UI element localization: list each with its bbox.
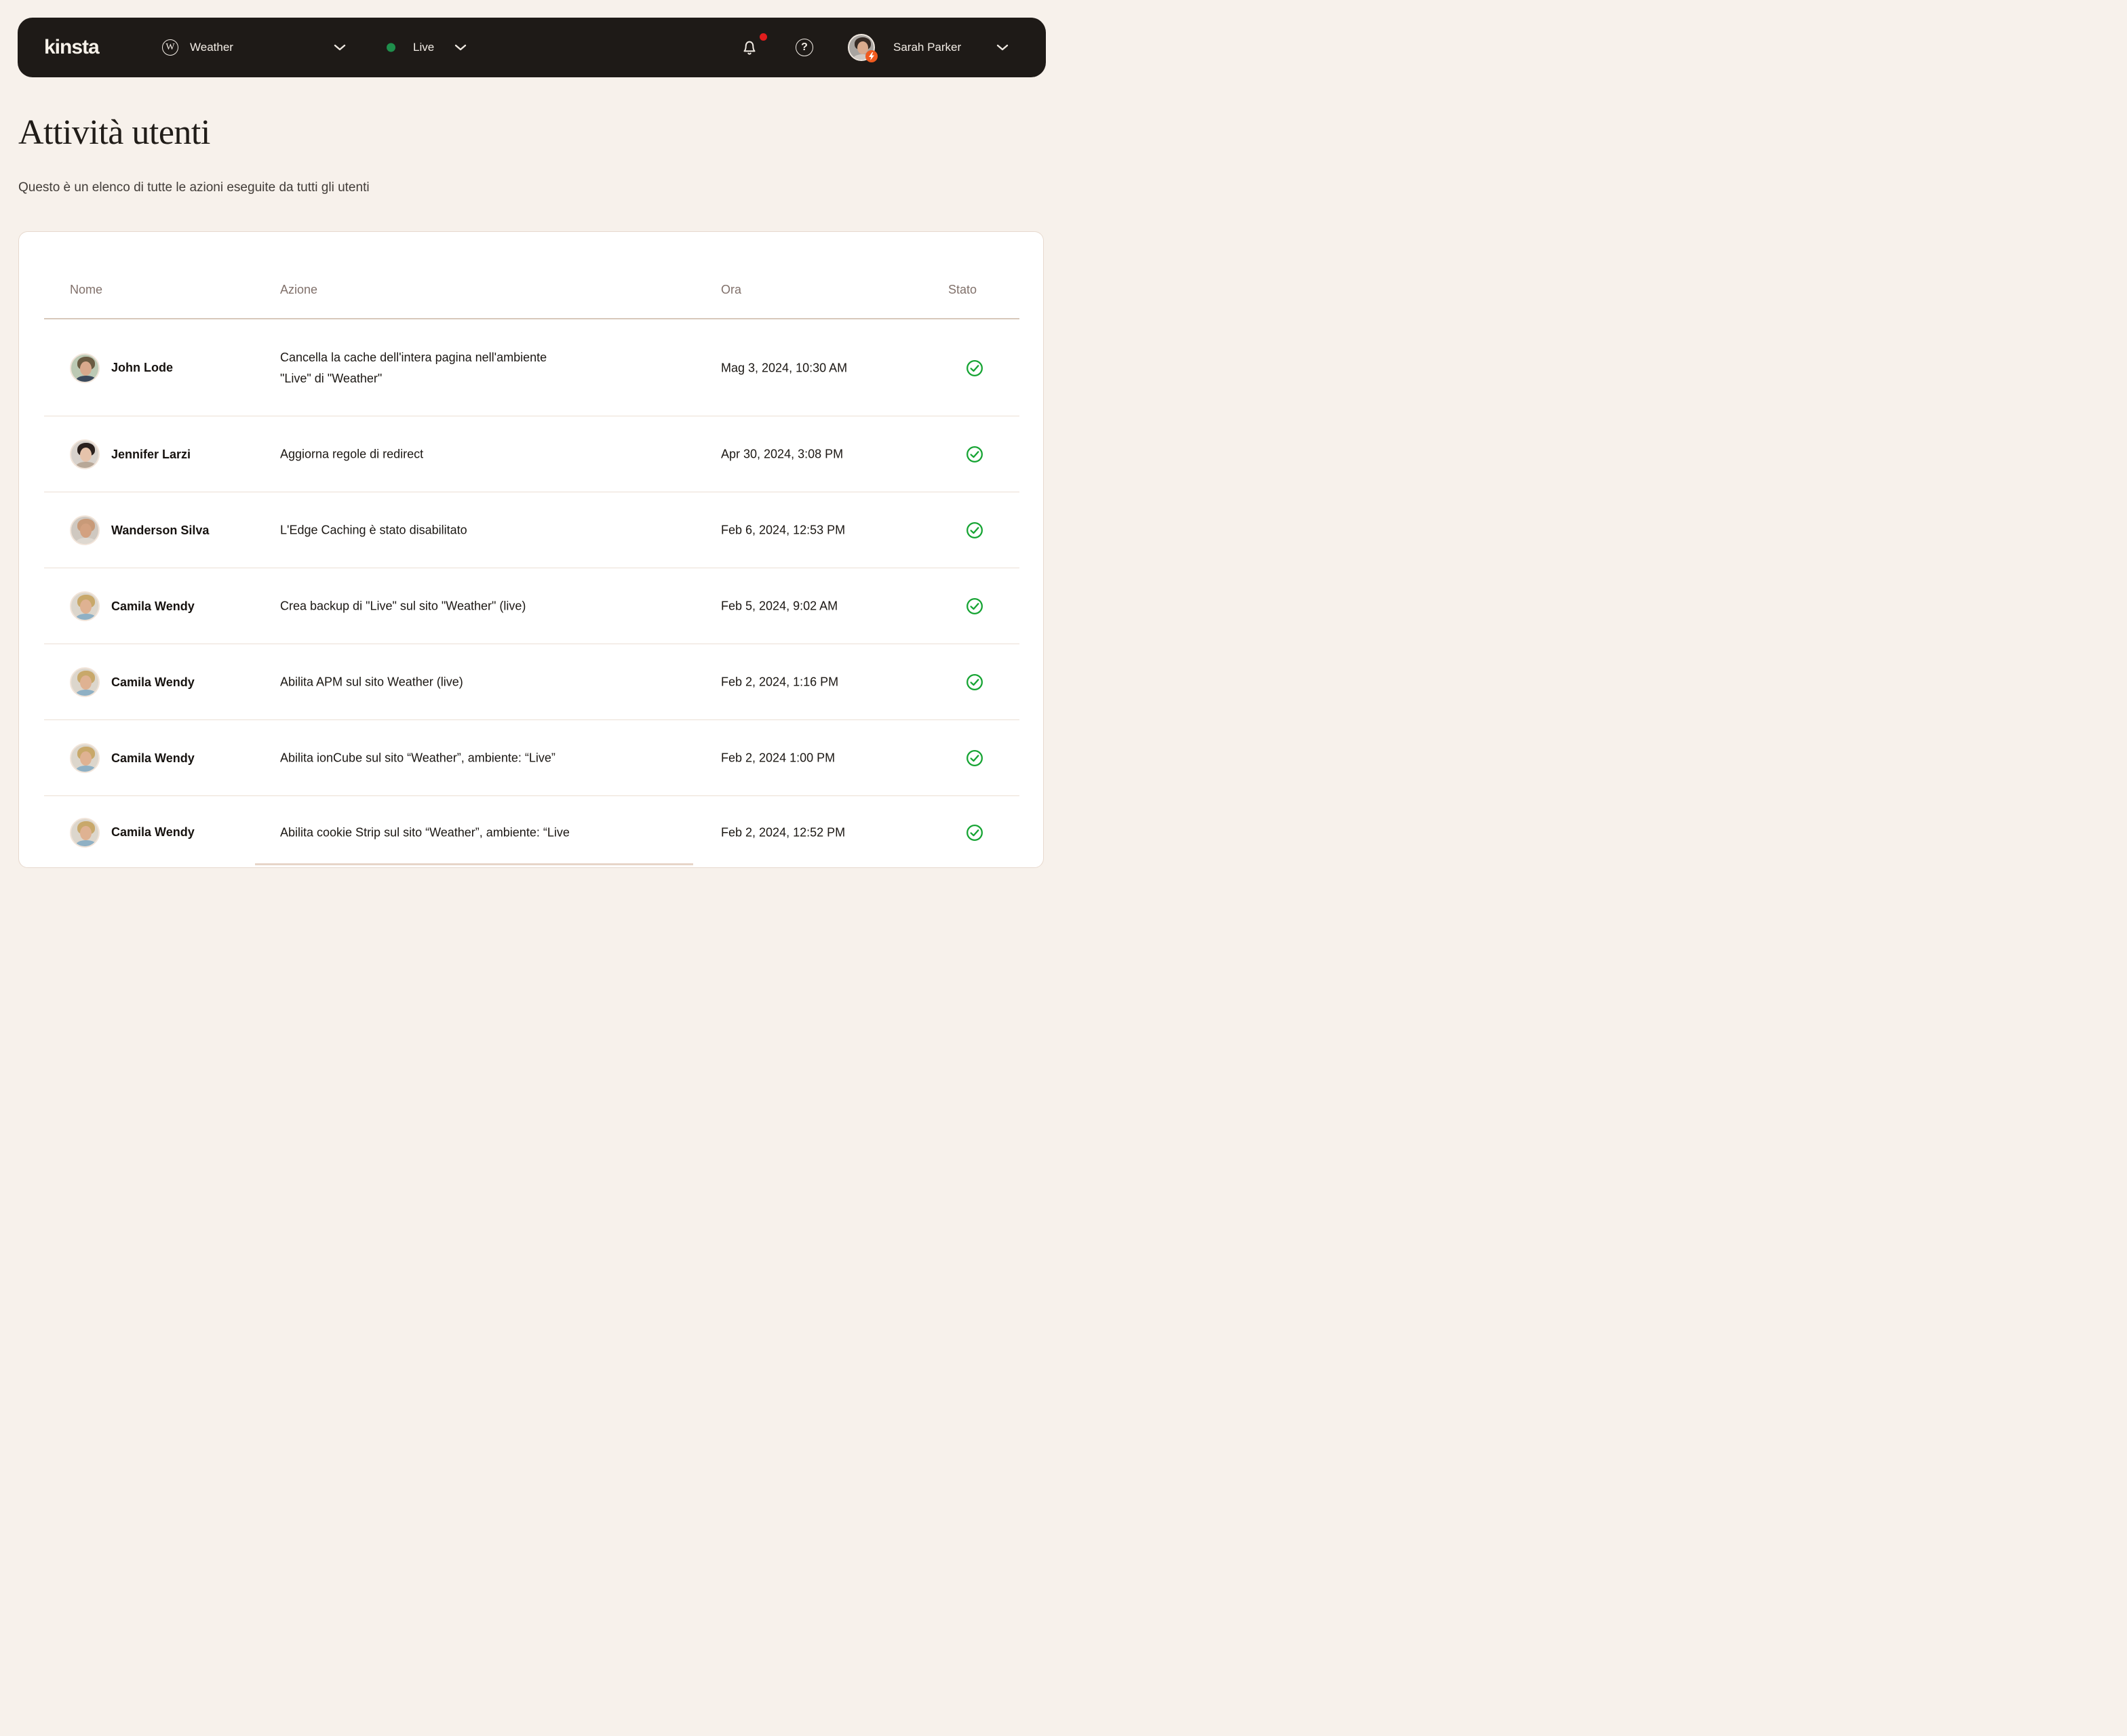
- avatar-torso: [76, 614, 96, 621]
- timestamp: Apr 30, 2024, 3:08 PM: [721, 448, 843, 462]
- user-name: Camila Wendy: [111, 599, 195, 614]
- table-row: Camila Wendy Abilita APM sul sito Weathe…: [19, 644, 1043, 720]
- avatar-torso: [76, 462, 96, 469]
- avatar-face: [80, 524, 92, 538]
- avatar: [70, 353, 100, 383]
- avatar-face: [80, 826, 92, 840]
- avatar-torso: [76, 538, 96, 545]
- timestamp: Mag 3, 2024, 10:30 AM: [721, 361, 847, 375]
- table-row: John Lode Cancella la cache dell'intera …: [19, 319, 1043, 416]
- avatar: [70, 743, 100, 773]
- notification-badge: [760, 33, 767, 41]
- avatar-face: [80, 448, 92, 462]
- table-body: John Lode Cancella la cache dell'intera …: [19, 319, 1043, 868]
- help-icon[interactable]: ?: [796, 39, 813, 56]
- timestamp: Feb 2, 2024, 1:16 PM: [721, 675, 838, 690]
- name-cell: Camila Wendy: [70, 743, 195, 773]
- avatar-torso: [76, 840, 96, 848]
- table-row: Camila Wendy Abilita ionCube sul sito “W…: [19, 720, 1043, 796]
- check-circle-icon: [966, 446, 983, 463]
- page-subtitle: Questo è un elenco di tutte le azioni es…: [18, 180, 370, 195]
- user-name: Camila Wendy: [111, 675, 195, 690]
- status-success: [966, 446, 983, 463]
- wordpress-icon: W: [162, 39, 178, 56]
- timestamp: Feb 5, 2024, 9:02 AM: [721, 599, 838, 614]
- site-selector-label[interactable]: Weather: [190, 41, 233, 54]
- avatar: [70, 818, 100, 848]
- user-name: Wanderson Silva: [111, 524, 209, 538]
- column-header-ora: Ora: [721, 283, 741, 297]
- column-header-nome: Nome: [70, 283, 102, 297]
- chevron-down-icon[interactable]: [996, 44, 1009, 51]
- timestamp: Feb 6, 2024, 12:53 PM: [721, 524, 845, 538]
- user-name: Camila Wendy: [111, 751, 195, 766]
- status-success: [966, 597, 983, 615]
- check-circle-icon: [966, 824, 983, 842]
- table-row: Jennifer Larzi Aggiorna regole di redire…: [19, 416, 1043, 492]
- check-circle-icon: [966, 597, 983, 615]
- action-text: Abilita APM sul sito Weather (live): [280, 672, 687, 693]
- status-success: [966, 824, 983, 842]
- avatar: [70, 667, 100, 697]
- avatar-torso: [76, 376, 96, 383]
- table-row: Camila Wendy Abilita cookie Strip sul si…: [19, 796, 1043, 868]
- status-success: [966, 673, 983, 691]
- page-title: Attività utenti: [18, 113, 210, 153]
- avatar-face: [80, 751, 92, 766]
- table-header-row: Nome Azione Ora Stato: [19, 232, 1043, 319]
- table-row: Camila Wendy Crea backup di "Live" sul s…: [19, 568, 1043, 644]
- avatar-face: [80, 675, 92, 690]
- avatar: [70, 591, 100, 621]
- clipped-row-divider: [255, 863, 693, 865]
- user-menu-name[interactable]: Sarah Parker: [893, 41, 961, 54]
- status-success: [966, 521, 983, 539]
- activity-table-card: Nome Azione Ora Stato John Lode Cancella…: [18, 231, 1044, 868]
- top-navbar: kinsta W Weather Live ? Sarah Parker: [18, 18, 1046, 77]
- avatar: [70, 439, 100, 469]
- column-header-azione: Azione: [280, 283, 317, 297]
- action-text: Abilita ionCube sul sito “Weather”, ambi…: [280, 748, 687, 769]
- kinsta-logo[interactable]: kinsta: [44, 36, 99, 59]
- check-circle-icon: [966, 521, 983, 539]
- timestamp: Feb 2, 2024 1:00 PM: [721, 751, 835, 766]
- name-cell: Jennifer Larzi: [70, 439, 191, 469]
- chevron-down-icon[interactable]: [334, 44, 346, 51]
- check-circle-icon: [966, 359, 983, 377]
- action-text: Abilita cookie Strip sul sito “Weather”,…: [280, 822, 687, 843]
- notifications-bell-icon[interactable]: [739, 37, 760, 58]
- timestamp: Feb 2, 2024, 12:52 PM: [721, 825, 845, 840]
- lightning-badge-icon: [865, 50, 878, 62]
- avatar-face: [80, 599, 92, 614]
- user-name: John Lode: [111, 361, 173, 375]
- name-cell: Wanderson Silva: [70, 515, 209, 545]
- name-cell: John Lode: [70, 353, 173, 383]
- check-circle-icon: [966, 673, 983, 691]
- status-success: [966, 359, 983, 377]
- table-row: Wanderson Silva L'Edge Caching è stato d…: [19, 492, 1043, 568]
- avatar: [70, 515, 100, 545]
- check-circle-icon: [966, 749, 983, 767]
- user-name: Jennifer Larzi: [111, 448, 191, 462]
- avatar-torso: [76, 690, 96, 697]
- action-text: Crea backup di "Live" sul sito "Weather"…: [280, 596, 687, 617]
- help-question-mark: ?: [801, 41, 808, 54]
- column-header-stato: Stato: [948, 283, 977, 297]
- action-text: L'Edge Caching è stato disabilitato: [280, 520, 687, 541]
- action-text: Cancella la cache dell'intera pagina nel…: [280, 347, 687, 389]
- user-name: Camila Wendy: [111, 825, 195, 840]
- environment-selector-label[interactable]: Live: [413, 41, 434, 54]
- action-text: Aggiorna regole di redirect: [280, 444, 687, 465]
- name-cell: Camila Wendy: [70, 667, 195, 697]
- name-cell: Camila Wendy: [70, 818, 195, 848]
- wordpress-w: W: [165, 43, 174, 52]
- chevron-down-icon[interactable]: [454, 44, 467, 51]
- avatar-torso: [76, 766, 96, 773]
- live-status-dot: [387, 43, 395, 52]
- name-cell: Camila Wendy: [70, 591, 195, 621]
- status-success: [966, 749, 983, 767]
- avatar-face: [80, 361, 92, 376]
